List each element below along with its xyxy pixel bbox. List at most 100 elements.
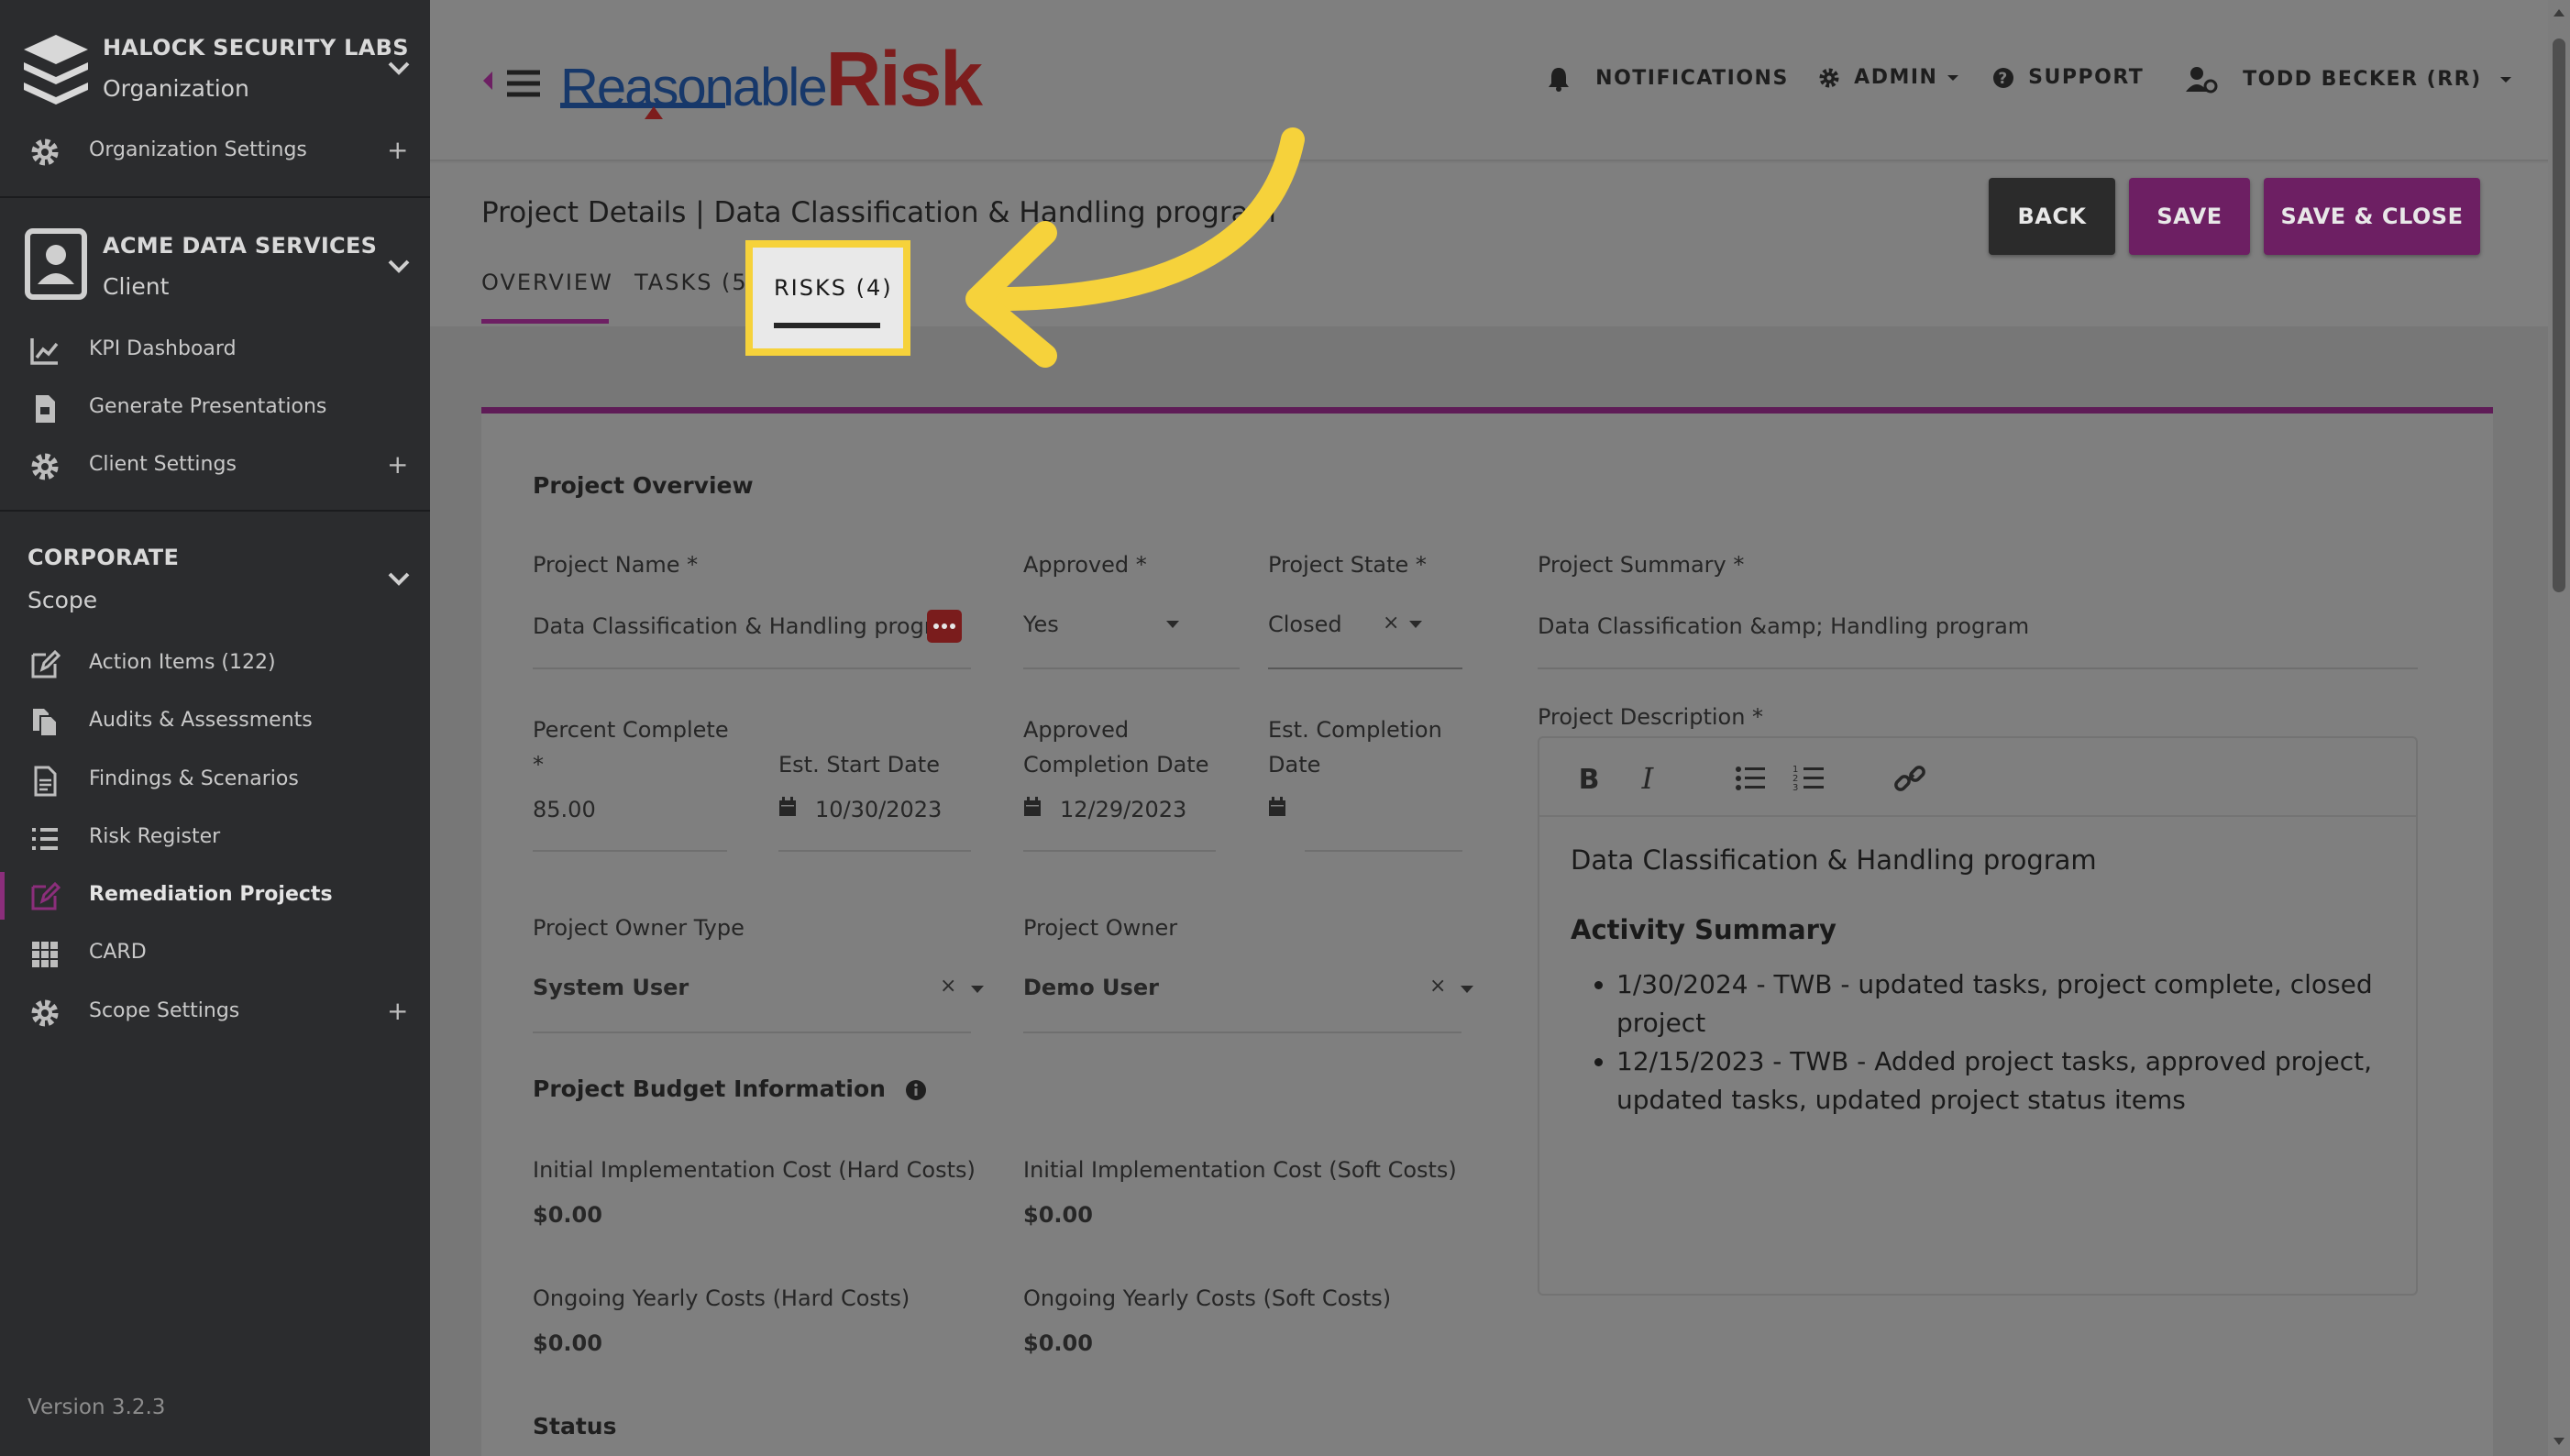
link-icon[interactable] bbox=[1892, 760, 1928, 797]
client-name[interactable]: ACME DATA SERVICES bbox=[103, 233, 377, 259]
chevron-down-icon[interactable] bbox=[385, 257, 413, 275]
tab-risks-underline bbox=[774, 323, 880, 328]
scrollbar-thumb[interactable] bbox=[2553, 39, 2565, 592]
sidebar-item-label: Findings & Scenarios bbox=[89, 767, 299, 790]
info-icon[interactable] bbox=[905, 1079, 927, 1101]
percent-complete-label: Percent Complete * bbox=[533, 712, 729, 782]
support-link[interactable]: ? SUPPORT bbox=[1992, 66, 2144, 89]
divider bbox=[778, 850, 971, 852]
sidebar-item-action-items[interactable]: Action Items (122) bbox=[0, 636, 430, 691]
page-scrollbar[interactable] bbox=[2548, 0, 2570, 1456]
chevron-down-icon[interactable] bbox=[1461, 986, 1473, 993]
calendar-icon[interactable] bbox=[1268, 797, 1286, 817]
est-start-date-input[interactable]: 10/30/2023 bbox=[815, 797, 942, 822]
sidebar-item-remediation-projects[interactable]: Remediation Projects bbox=[0, 868, 430, 923]
divider bbox=[1268, 667, 1462, 669]
back-button[interactable]: BACK bbox=[1989, 178, 2115, 255]
tab-risks[interactable]: RISKS (4) bbox=[745, 240, 910, 356]
hamburger-menu-icon[interactable] bbox=[505, 68, 542, 99]
caret-left-icon[interactable] bbox=[481, 70, 494, 92]
bullet-list-icon[interactable] bbox=[1732, 760, 1769, 797]
more-options-icon[interactable] bbox=[927, 610, 962, 643]
chevron-down-icon[interactable] bbox=[971, 986, 984, 993]
sidebar-item-risk-register[interactable]: Risk Register bbox=[0, 811, 430, 866]
bold-icon[interactable]: B bbox=[1571, 760, 1607, 797]
approved-completion-date-label: Approved Completion Date bbox=[1023, 712, 1208, 782]
project-description-editor[interactable]: B I 123 Data Classification & Handling p… bbox=[1538, 736, 2418, 1296]
project-owner-type-select[interactable]: System User bbox=[533, 975, 689, 1000]
main-content: Project Details | Data Classification & … bbox=[430, 163, 2548, 1456]
approved-select[interactable]: Yes bbox=[1023, 612, 1059, 637]
org-type: Organization bbox=[103, 75, 249, 102]
tab-active-indicator bbox=[481, 319, 609, 324]
sidebar-item-findings-scenarios[interactable]: Findings & Scenarios bbox=[0, 753, 430, 808]
logo-text-risk: Risk bbox=[825, 36, 983, 122]
admin-label: ADMIN bbox=[1854, 66, 1938, 89]
initial-hard-cost-value: $0.00 bbox=[533, 1202, 602, 1228]
initial-soft-cost-value: $0.00 bbox=[1023, 1202, 1093, 1228]
plus-icon[interactable]: + bbox=[387, 135, 408, 165]
user-menu[interactable]: TODD BECKER (RR) bbox=[2185, 66, 2512, 94]
clear-icon[interactable]: × bbox=[1383, 612, 1399, 634]
ongoing-soft-cost-value: $0.00 bbox=[1023, 1330, 1093, 1356]
project-state-select[interactable]: Closed bbox=[1268, 612, 1342, 637]
percent-complete-input[interactable]: 85.00 bbox=[533, 797, 596, 822]
tab-risks-label: RISKS (4) bbox=[774, 275, 893, 301]
sidebar-item-label: Audits & Assessments bbox=[89, 709, 313, 732]
divider bbox=[0, 196, 430, 198]
est-completion-date-label-line1: Est. Completion bbox=[1268, 717, 1442, 743]
sidebar-item-organization-settings[interactable]: Organization Settings + bbox=[0, 124, 430, 179]
divider bbox=[1305, 850, 1462, 852]
sidebar-item-client-settings[interactable]: Client Settings + bbox=[0, 438, 430, 493]
project-name-input[interactable]: Data Classification & Handling program bbox=[533, 613, 927, 639]
scroll-up-icon[interactable] bbox=[2552, 7, 2566, 18]
project-owner-select[interactable]: Demo User bbox=[1023, 975, 1159, 1000]
svg-text:I: I bbox=[1641, 761, 1655, 796]
divider bbox=[1023, 1031, 1461, 1033]
save-button[interactable]: SAVE bbox=[2129, 178, 2250, 255]
est-completion-date-label-line2: Date bbox=[1268, 752, 1321, 778]
chevron-down-icon[interactable] bbox=[1166, 621, 1179, 628]
plus-icon[interactable]: + bbox=[387, 449, 408, 480]
sidebar-item-scope-settings[interactable]: Scope Settings + bbox=[0, 985, 430, 1040]
gear-icon bbox=[31, 138, 59, 166]
app-version: Version 3.2.3 bbox=[28, 1395, 166, 1419]
project-summary-input[interactable]: Data Classification &amp; Handling progr… bbox=[1538, 613, 2029, 639]
calendar-icon[interactable] bbox=[778, 797, 797, 817]
sidebar-item-kpi-dashboard[interactable]: KPI Dashboard bbox=[0, 323, 430, 378]
ongoing-hard-cost-label: Ongoing Yearly Costs (Hard Costs) bbox=[533, 1285, 910, 1311]
calendar-icon[interactable] bbox=[1023, 797, 1042, 817]
notifications-link[interactable]: NOTIFICATIONS bbox=[1547, 66, 1789, 92]
sidebar-item-label: CARD bbox=[89, 941, 147, 964]
numbered-list-icon[interactable]: 123 bbox=[1791, 760, 1827, 797]
sidebar-item-generate-presentations[interactable]: Generate Presentations bbox=[0, 381, 430, 436]
layers-icon bbox=[24, 35, 88, 105]
clear-icon[interactable]: × bbox=[1429, 975, 1446, 998]
description-list: 1/30/2024 - TWB - updated tasks, project… bbox=[1616, 965, 2396, 1120]
tab-tasks[interactable]: TASKS (5) bbox=[634, 270, 758, 295]
percent-complete-label-line2: * bbox=[533, 752, 544, 778]
chevron-down-icon[interactable] bbox=[385, 59, 413, 77]
budget-title-text: Project Budget Information bbox=[533, 1075, 886, 1102]
sidebar-item-card[interactable]: CARD bbox=[0, 926, 430, 981]
italic-icon[interactable]: I bbox=[1629, 760, 1666, 797]
approved-completion-date-input[interactable]: 12/29/2023 bbox=[1060, 797, 1186, 822]
copy-files-icon bbox=[33, 709, 58, 737]
budget-title: Project Budget Information bbox=[533, 1075, 927, 1102]
tab-overview[interactable]: OVERVIEW bbox=[481, 270, 613, 295]
editor-content: Data Classification & Handling program A… bbox=[1571, 844, 2396, 1120]
plus-icon[interactable]: + bbox=[387, 996, 408, 1026]
chevron-down-icon[interactable] bbox=[1409, 621, 1422, 628]
sidebar-item-audits-assessments[interactable]: Audits & Assessments bbox=[0, 694, 430, 749]
sidebar-item-label: Client Settings bbox=[89, 453, 237, 476]
scroll-down-icon[interactable] bbox=[2552, 1436, 2566, 1447]
admin-menu[interactable]: ADMIN bbox=[1818, 66, 1959, 89]
clear-icon[interactable]: × bbox=[940, 975, 956, 998]
org-name[interactable]: HALOCK SECURITY LABS bbox=[103, 35, 409, 61]
chevron-down-icon[interactable] bbox=[385, 569, 413, 588]
scope-name[interactable]: CORPORATE bbox=[28, 545, 179, 570]
annotation-arrow-icon bbox=[965, 127, 1305, 368]
save-close-button[interactable]: SAVE & CLOSE bbox=[2264, 178, 2480, 255]
list-icon bbox=[32, 828, 58, 850]
logo[interactable]: ReasonableRisk bbox=[560, 35, 983, 124]
